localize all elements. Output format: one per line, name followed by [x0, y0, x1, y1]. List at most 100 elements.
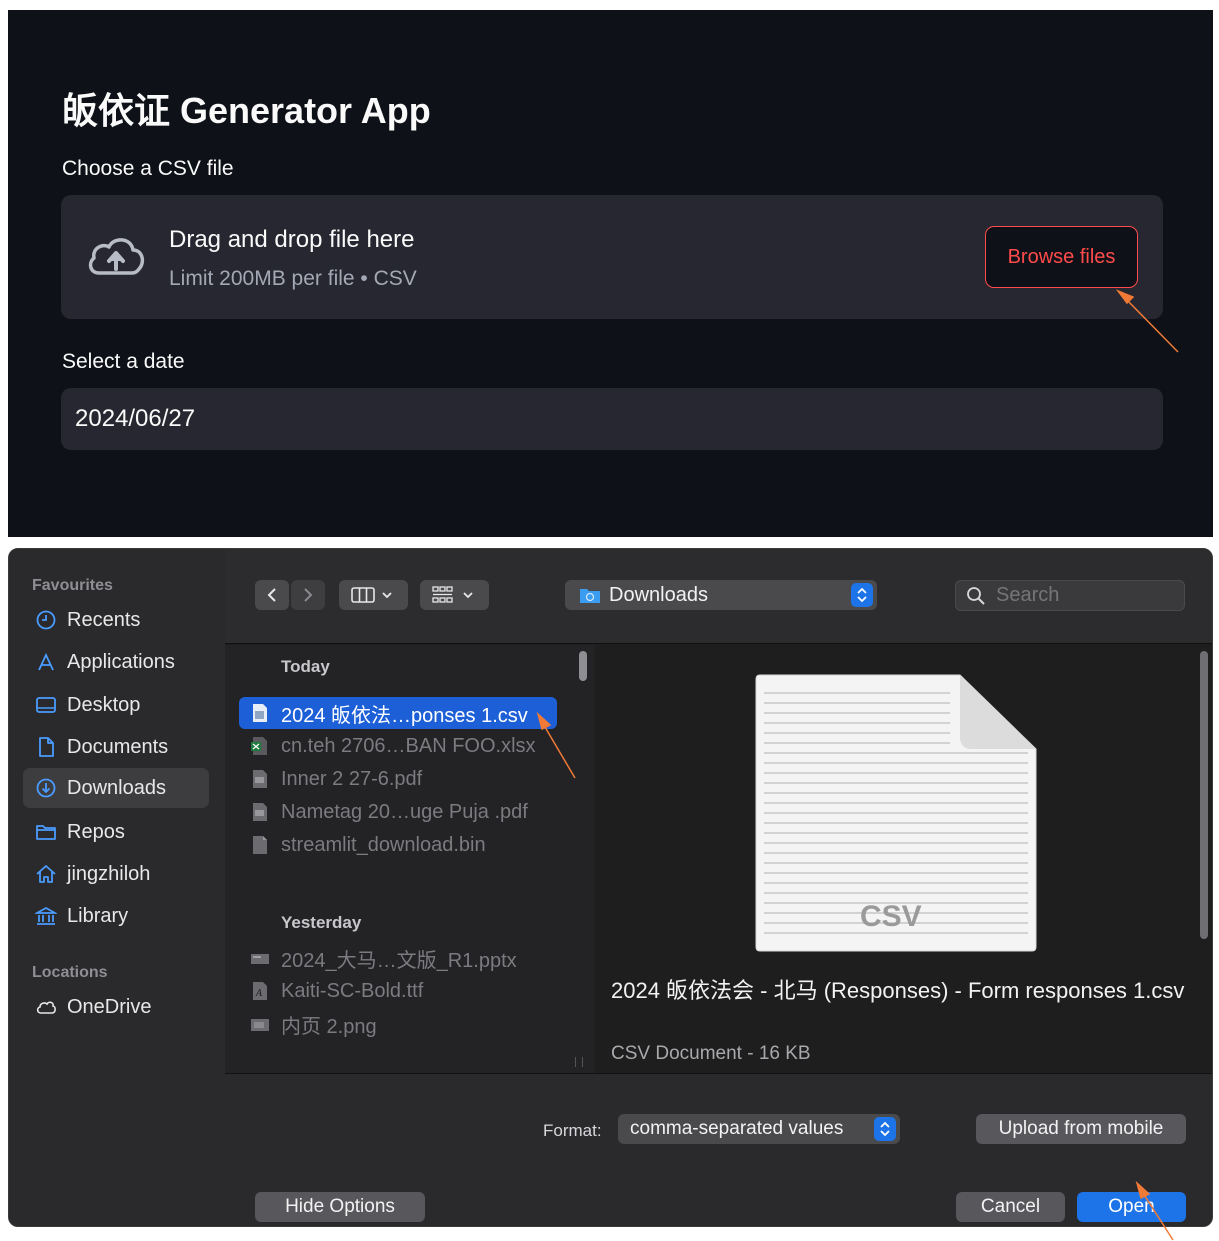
csv-upload-label: Choose a CSV file	[62, 157, 234, 180]
downloads-folder-icon	[580, 589, 600, 603]
format-dropdown[interactable]: comma-separated values	[618, 1114, 900, 1144]
document-icon	[39, 737, 54, 757]
file-name: cn.teh 2706…BAN FOO.xlsx	[281, 734, 536, 757]
font-file-icon: A	[253, 982, 267, 1000]
dialog-options-bar: Format: comma-separated values Upload fr…	[225, 1073, 1212, 1226]
sidebar-item-home[interactable]: jingzhiloh	[23, 854, 209, 894]
hide-options-button[interactable]: Hide Options	[255, 1192, 425, 1222]
date-input[interactable]	[61, 388, 1163, 450]
file-name: 2024_大马…文版_R1.pptx	[281, 949, 517, 972]
location-label: Downloads	[609, 583, 708, 606]
preview-scrollbar-thumb[interactable]	[1200, 651, 1208, 939]
search-field[interactable]	[955, 580, 1185, 611]
format-value: comma-separated values	[630, 1118, 844, 1139]
search-icon	[967, 586, 985, 605]
sidebar-item-documents[interactable]: Documents	[23, 727, 209, 767]
cancel-button[interactable]: Cancel	[956, 1192, 1065, 1222]
pdf-file-icon	[253, 803, 267, 821]
preview-file-kind: CSV Document - 16 KB	[611, 1043, 811, 1064]
applications-icon	[38, 652, 54, 671]
csv-file-icon	[253, 704, 267, 722]
pdf-file-icon	[253, 770, 267, 788]
file-dropzone[interactable]: Drag and drop file here Limit 200MB per …	[61, 195, 1163, 319]
sidebar-item-label: Applications	[67, 650, 175, 673]
csv-badge: CSV	[860, 900, 922, 933]
upload-from-mobile-button[interactable]: Upload from mobile	[976, 1114, 1186, 1144]
file-row-png[interactable]: 内页 2.png	[239, 1008, 557, 1040]
download-icon	[36, 778, 56, 798]
sidebar-item-label: Recents	[67, 608, 141, 631]
file-name: 内页 2.png	[281, 1015, 377, 1038]
file-list-column: Today 2024 皈依法…ponses 1.csv cn.teh 2706……	[225, 645, 595, 1073]
sidebar-item-library[interactable]: Library	[23, 896, 209, 936]
svg-text:A: A	[255, 989, 263, 999]
group-heading-today: Today	[281, 657, 330, 676]
preview-filename: 2024 皈依法会 - 北马 (Responses) - Form respon…	[611, 978, 1185, 1003]
open-button[interactable]: Open	[1077, 1192, 1186, 1222]
sidebar-item-label: Repos	[67, 820, 125, 843]
chevron-updown-icon	[874, 1117, 896, 1141]
sidebar-item-label: Library	[67, 904, 129, 927]
group-by-button[interactable]	[420, 580, 489, 610]
dialog-sidebar: Favourites Recents Applications Desktop …	[9, 549, 225, 1226]
clock-icon	[36, 610, 56, 630]
folder-icon	[36, 825, 56, 840]
locations-heading: Locations	[32, 964, 108, 981]
back-button[interactable]	[255, 580, 289, 610]
dropzone-title: Drag and drop file here	[169, 226, 415, 253]
csv-document-preview-icon: CSV	[755, 674, 1037, 952]
streamlit-app: 皈依证 Generator App Choose a CSV file Drag…	[8, 10, 1213, 537]
file-row-pdf[interactable]: Nametag 20…uge Puja .pdf	[239, 796, 557, 828]
dialog-toolbar: Downloads	[225, 549, 1212, 644]
sidebar-item-label: Documents	[67, 735, 169, 758]
sidebar-item-downloads[interactable]: Downloads	[23, 768, 209, 808]
image-file-icon	[251, 1019, 269, 1031]
file-row-pdf[interactable]: Inner 2 27-6.pdf	[239, 763, 557, 795]
file-name: 2024 皈依法…ponses 1.csv	[281, 704, 528, 727]
date-label: Select a date	[62, 350, 185, 373]
location-dropdown[interactable]: Downloads	[565, 580, 877, 610]
forward-button[interactable]	[291, 580, 325, 610]
view-mode-button[interactable]	[339, 580, 408, 610]
search-input[interactable]	[996, 584, 1176, 607]
browse-files-button[interactable]: Browse files	[985, 226, 1138, 288]
sidebar-item-label: Downloads	[67, 776, 166, 799]
sidebar-item-label: Desktop	[67, 693, 141, 716]
file-preview-pane: CSV 2024 皈依法会 - 北马 (Responses) - Form re…	[596, 645, 1212, 1073]
grid-group-icon	[431, 586, 473, 603]
library-icon	[35, 906, 57, 925]
page-title: 皈依证 Generator App	[62, 90, 431, 131]
cloud-icon	[36, 1001, 56, 1014]
sidebar-item-recents[interactable]: Recents	[23, 600, 209, 640]
home-icon	[36, 865, 56, 883]
favourites-heading: Favourites	[32, 577, 113, 594]
sidebar-item-label: jingzhiloh	[67, 862, 151, 885]
sidebar-item-onedrive[interactable]: OneDrive	[23, 987, 209, 1027]
presentation-file-icon	[251, 954, 269, 964]
format-label: Format:	[543, 1121, 602, 1140]
cloud-upload-icon	[88, 238, 145, 275]
column-resize-handle[interactable]	[575, 1057, 583, 1067]
desktop-icon	[36, 697, 56, 713]
file-name: streamlit_download.bin	[281, 833, 486, 856]
file-row-pptx[interactable]: 2024_大马…文版_R1.pptx	[239, 942, 557, 974]
file-row-xlsx[interactable]: cn.teh 2706…BAN FOO.xlsx	[239, 730, 557, 762]
group-heading-yesterday: Yesterday	[281, 913, 362, 932]
columns-view-icon	[350, 587, 392, 603]
chevron-right-icon	[304, 588, 313, 602]
list-scrollbar-thumb[interactable]	[579, 651, 587, 681]
file-name: Kaiti-SC-Bold.ttf	[281, 979, 424, 1002]
sidebar-item-applications[interactable]: Applications	[23, 642, 209, 682]
sidebar-item-desktop[interactable]: Desktop	[23, 685, 209, 725]
file-open-dialog: Favourites Recents Applications Desktop …	[8, 548, 1213, 1227]
file-name: Nametag 20…uge Puja .pdf	[281, 800, 528, 823]
file-row-ttf[interactable]: A Kaiti-SC-Bold.ttf	[239, 975, 557, 1007]
file-row-bin[interactable]: streamlit_download.bin	[239, 829, 557, 861]
chevron-updown-icon	[851, 583, 873, 607]
sidebar-item-label: OneDrive	[67, 995, 152, 1018]
sidebar-item-repos[interactable]: Repos	[23, 812, 209, 852]
chevron-left-icon	[267, 588, 276, 602]
file-row-csv[interactable]: 2024 皈依法…ponses 1.csv	[239, 697, 557, 729]
generic-file-icon	[253, 836, 267, 854]
file-name: Inner 2 27-6.pdf	[281, 767, 423, 790]
